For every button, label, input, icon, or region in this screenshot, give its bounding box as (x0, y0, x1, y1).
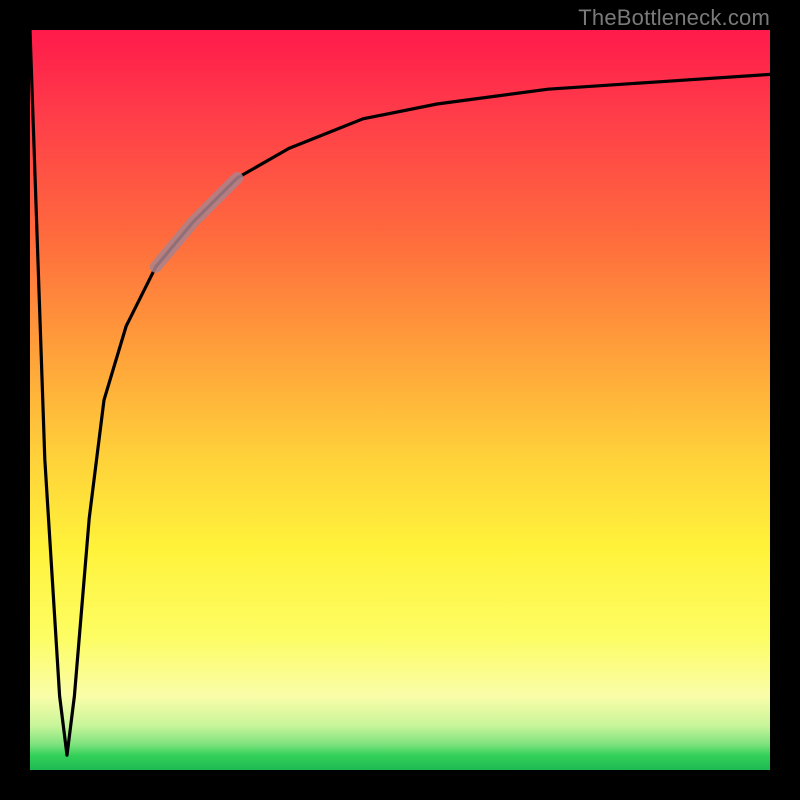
bottleneck-curve (30, 30, 770, 770)
watermark-text: TheBottleneck.com (578, 5, 770, 31)
curve-highlight (156, 178, 237, 267)
chart-frame: TheBottleneck.com (0, 0, 800, 800)
curve-line (30, 30, 770, 755)
